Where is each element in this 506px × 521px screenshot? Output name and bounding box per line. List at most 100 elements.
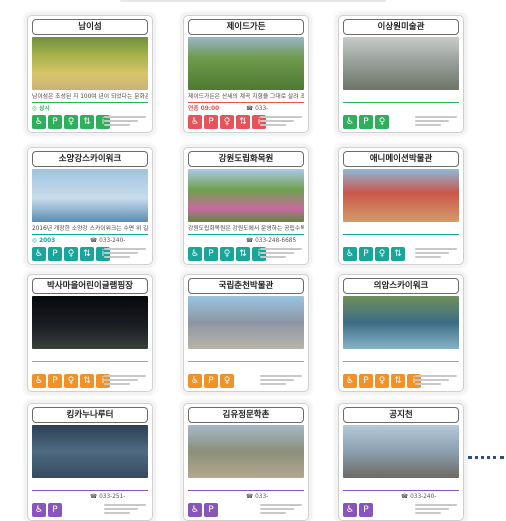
card-photo[interactable]	[32, 169, 148, 222]
card-title: 의암스카이워크	[343, 278, 459, 294]
dotted-connector	[468, 456, 504, 459]
card-photo[interactable]	[343, 425, 459, 478]
card-detail-lines	[415, 116, 457, 128]
card-description: 제이드가든은 산세의 계곡 지형을 그대로 살려 조성한	[188, 94, 304, 100]
card-detail-lines	[260, 504, 302, 516]
parking-icon: P	[48, 115, 62, 129]
card-description	[343, 480, 459, 490]
card-divider	[343, 102, 459, 103]
card-photo[interactable]	[343, 296, 459, 349]
card-divider	[32, 490, 148, 491]
elevator-icon: ⇅	[80, 374, 94, 388]
accessibility-icons: ♿ P	[32, 503, 62, 517]
card-divider	[188, 490, 304, 491]
card-hours: ◎ 상시	[32, 106, 50, 112]
card-title: 킹카누나루터	[32, 407, 148, 423]
card-hours: 연중 09:00	[188, 106, 220, 112]
card-description	[32, 480, 148, 490]
attraction-card[interactable]: 강원도립화목원 강원도립화목원은 강원도에서 운영하는 공립수목원 ☎ 033-24…	[183, 147, 309, 265]
card-description	[343, 351, 459, 361]
parking-icon: P	[359, 115, 373, 129]
toilet-icon: ♀	[64, 247, 78, 261]
card-detail-lines	[415, 248, 457, 260]
accessibility-icons: ♿ P ♀ ⇅	[343, 247, 405, 261]
card-title: 박사마을어린이글램핑장	[32, 278, 148, 294]
attraction-card[interactable]: 박사마을어린이글램핑장 ♿ P ♀ ⇅ i	[27, 274, 153, 392]
card-title: 남이섬	[32, 19, 148, 35]
card-photo[interactable]	[32, 296, 148, 349]
card-photo[interactable]	[32, 37, 148, 90]
toilet-icon: ♀	[375, 115, 389, 129]
card-description	[343, 224, 459, 234]
card-detail-lines	[415, 375, 457, 387]
wheelchair-icon: ♿	[188, 374, 202, 388]
attraction-card[interactable]: 이상원미술관 ♿ P ♀	[338, 15, 464, 133]
card-title: 공지천	[343, 407, 459, 423]
elevator-icon: ⇅	[236, 115, 250, 129]
card-description: 2016년 개장한 소양강 스카이워크는 수면 위 길	[32, 226, 148, 232]
card-detail-lines	[104, 248, 146, 260]
parking-icon: P	[48, 374, 62, 388]
card-photo[interactable]	[188, 425, 304, 478]
card-photo[interactable]	[32, 425, 148, 478]
wheelchair-icon: ♿	[343, 115, 357, 129]
card-title: 이상원미술관	[343, 19, 459, 35]
accessibility-icons: ♿ P ♀	[343, 115, 389, 129]
wheelchair-icon: ♿	[188, 247, 202, 261]
card-title: 소양강스카이워크	[32, 151, 148, 167]
attraction-card[interactable]: 국립춘천박물관 ♿ P ♀	[183, 274, 309, 392]
accessibility-icons: ♿ P	[188, 503, 218, 517]
card-divider	[343, 490, 459, 491]
parking-icon: P	[359, 247, 373, 261]
card-photo[interactable]	[343, 37, 459, 90]
card-detail-lines	[260, 116, 302, 128]
card-photo[interactable]	[188, 296, 304, 349]
card-title: 강원도립화목원	[188, 151, 304, 167]
card-title: 애니메이션박물관	[343, 151, 459, 167]
card-photo[interactable]	[343, 169, 459, 222]
toilet-icon: ♀	[220, 374, 234, 388]
parking-icon: P	[204, 247, 218, 261]
accessibility-icons: ♿ P ♀ ⇅ i	[343, 374, 421, 388]
attraction-card[interactable]: 의암스카이워크 ♿ P ♀ ⇅ i	[338, 274, 464, 392]
attraction-card[interactable]: 김유정문학촌 ☎ 033- ♿ P	[183, 403, 309, 521]
accessibility-icons: ♿ P ♀ ⇅ i	[32, 115, 110, 129]
card-title: 김유정문학촌	[188, 407, 304, 423]
card-description	[32, 351, 148, 361]
attraction-card[interactable]: 제이드가든제이드가든은 산세의 계곡 지형을 그대로 살려 조성한연중 09:0…	[183, 15, 309, 133]
wheelchair-icon: ♿	[188, 115, 202, 129]
parking-icon: P	[48, 503, 62, 517]
toilet-icon: ♀	[375, 247, 389, 261]
attraction-card[interactable]: 공지천 ☎ 033-240- ♿ P	[338, 403, 464, 521]
card-info-row	[32, 364, 148, 373]
attraction-card[interactable]: 남이섬남이섬은 조성된 지 100여 년이 되었다는 문화관광명소 ◎ 상시 ♿P♀…	[27, 15, 153, 133]
elevator-icon: ⇅	[236, 247, 250, 261]
card-description: 남이섬은 조성된 지 100여 년이 되었다는 문화관광명소	[32, 94, 148, 100]
wheelchair-icon: ♿	[188, 503, 202, 517]
card-info-row	[343, 105, 459, 114]
card-detail-lines	[260, 375, 302, 387]
card-info-row: ☎ 033-248-6685	[188, 237, 304, 246]
accessibility-icons: ♿ P ♀ ⇅ i	[32, 374, 110, 388]
card-photo[interactable]	[188, 37, 304, 90]
card-description	[343, 92, 459, 102]
toilet-icon: ♀	[64, 115, 78, 129]
card-title: 제이드가든	[188, 19, 304, 35]
card-detail-lines	[104, 504, 146, 516]
card-phone: ☎ 033-240-	[90, 238, 126, 244]
attraction-card[interactable]: 소양강스카이워크 2016년 개장한 소양강 스카이워크는 수면 위 길 ◎ 200…	[27, 147, 153, 265]
card-phone: ☎ 033-	[246, 106, 269, 112]
card-divider	[188, 102, 304, 103]
accessibility-icons: ♿ P ♀ ⇅ i	[188, 115, 266, 129]
card-phone: ☎ 033-251-	[90, 494, 126, 500]
card-phone: ☎ 033-248-6685	[246, 238, 297, 244]
card-photo[interactable]	[188, 169, 304, 222]
card-title: 국립춘천박물관	[188, 278, 304, 294]
card-description	[188, 480, 304, 490]
card-phone: ☎ 033-240-	[401, 494, 437, 500]
attraction-card[interactable]: 킹카누나루터 ☎ 033-251- ♿ P	[27, 403, 153, 521]
card-info-row: ◎ 상시	[32, 105, 148, 114]
card-detail-lines	[260, 248, 302, 260]
card-divider	[32, 102, 148, 103]
attraction-card[interactable]: 애니메이션박물관 ♿ P ♀ ⇅	[338, 147, 464, 265]
